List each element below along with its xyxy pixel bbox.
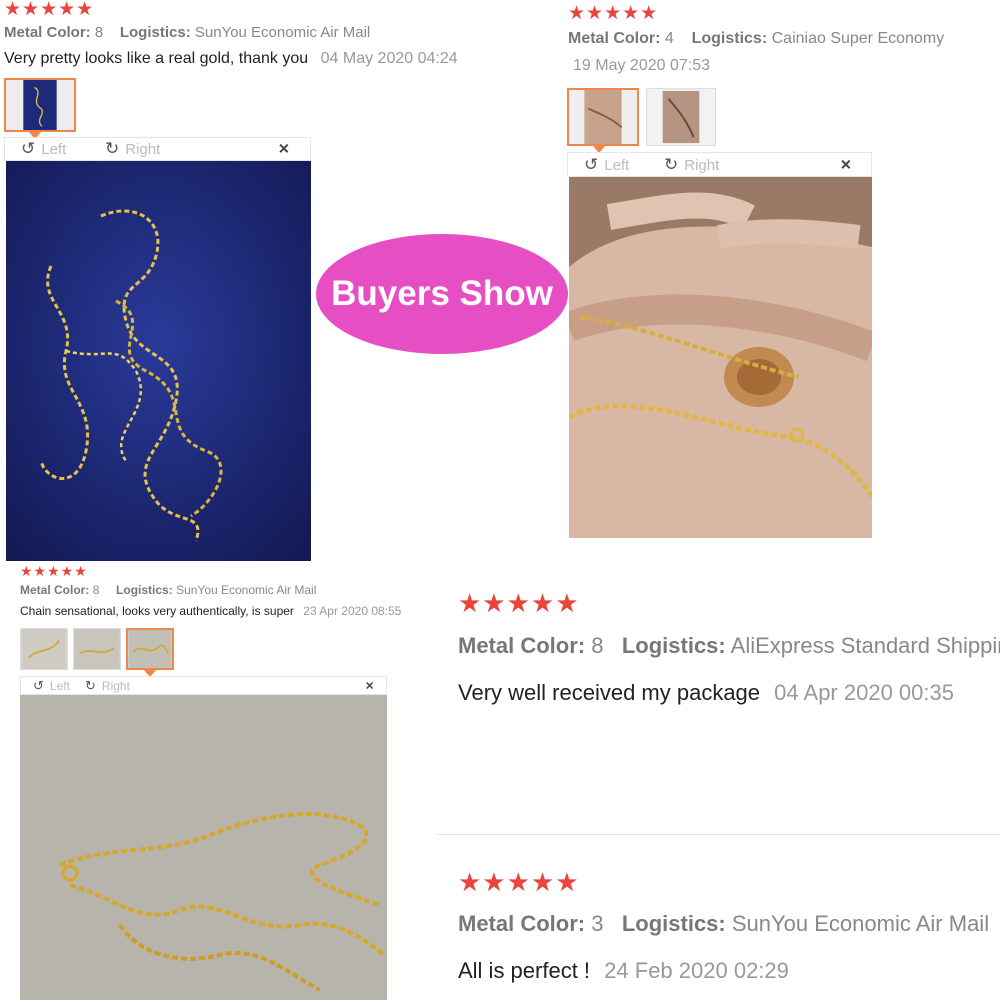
logistics-value: AliExpress Standard Shipping — [730, 633, 1000, 658]
review-photo-thumbnail[interactable] — [646, 88, 716, 146]
metal-color-label: Metal Color: — [458, 911, 586, 936]
metal-color-label: Metal Color: — [4, 24, 91, 41]
chain-thumbnail-image-1 — [21, 629, 67, 669]
buyers-show-banner: Buyers Show — [316, 234, 568, 354]
rotate-left-button[interactable]: ↺ Left — [33, 678, 70, 694]
rating-stars: ★★★★★ — [458, 867, 580, 897]
review-date: 19 May 2020 07:53 — [573, 57, 710, 74]
hand-with-gold-chain-photo — [569, 177, 872, 538]
rotate-left-label: Left — [49, 678, 70, 693]
review-meta: Metal Color: 8 Logistics: SunYou Economi… — [20, 583, 316, 597]
review-meta: Metal Color: 8 Logistics: SunYou Economi… — [4, 24, 370, 41]
rotate-left-label: Left — [41, 141, 67, 158]
image-viewer-toolbar: ↺ Left ↻ Right ✕ — [567, 152, 872, 177]
review-meta: Metal Color: 8 Logistics: AliExpress Sta… — [458, 633, 1000, 659]
chain-thumbnail-image-3 — [128, 630, 172, 668]
review-meta: Metal Color: 3 Logistics: SunYou Economi… — [458, 911, 989, 937]
review-photo-large — [20, 695, 387, 1000]
logistics-value: SunYou Economic Air Mail — [194, 24, 371, 41]
review-photo-thumbnail[interactable] — [126, 628, 174, 670]
image-viewer-toolbar: ↺ Left ↻ Right ✕ — [4, 137, 311, 161]
review-meta: Metal Color: 4 Logistics: Cainiao Super … — [568, 30, 944, 48]
rating-stars: ★★★★★ — [458, 588, 580, 618]
rotate-left-icon: ↺ — [584, 154, 599, 174]
review-body: Chain sensational, looks very authentica… — [20, 604, 401, 618]
metal-color-label: Metal Color: — [458, 633, 586, 658]
logistics-label: Logistics: — [119, 24, 191, 41]
review-comment: Very pretty looks like a real gold, than… — [4, 50, 309, 67]
chain-photo-thumbnail-image — [23, 80, 57, 130]
review-comment: Very well received my package — [458, 680, 761, 705]
rotate-right-icon: ↻ — [664, 154, 679, 174]
logistics-label: Logistics: — [621, 911, 726, 936]
logistics-value: SunYou Economic Air Mail — [731, 911, 990, 936]
chain-thumbnail-image-2 — [74, 629, 120, 669]
hand-photo-thumbnail-image-2 — [647, 89, 715, 145]
metal-color-label: Metal Color: — [568, 30, 661, 47]
review-comment: Chain sensational, looks very authentica… — [20, 604, 294, 618]
metal-color-value: 8 — [94, 24, 104, 41]
close-icon[interactable]: ✕ — [365, 679, 374, 692]
review-photo-thumbnail[interactable] — [73, 628, 121, 670]
logistics-label: Logistics: — [621, 633, 726, 658]
hand-photo-thumbnail-image — [584, 90, 623, 144]
rotate-right-icon: ↻ — [105, 139, 120, 158]
logistics-value: Cainiao Super Economy — [771, 30, 945, 47]
rating-stars: ★★★★★ — [568, 3, 659, 24]
rotate-left-button[interactable]: ↺ Left — [584, 155, 629, 175]
review-body: Very pretty looks like a real gold, than… — [4, 50, 458, 68]
rotate-right-button[interactable]: ↻ Right — [105, 139, 160, 159]
review-comment: All is perfect ! — [458, 958, 591, 983]
rating-stars: ★★★★★ — [4, 0, 95, 20]
rotate-right-label: Right — [684, 156, 720, 174]
review-photo-thumbnail[interactable] — [567, 88, 639, 146]
banner-text: Buyers Show — [331, 274, 553, 313]
image-viewer-toolbar: ↺ Left ↻ Right ✕ — [20, 676, 387, 695]
metal-color-value: 8 — [591, 633, 604, 658]
review-body: All is perfect ! 24 Feb 2020 02:29 — [458, 958, 789, 984]
review-photo-thumbnail[interactable] — [4, 78, 76, 132]
review-date: 04 Apr 2020 00:35 — [774, 680, 954, 705]
review-photo-large — [569, 177, 872, 538]
gold-chain-on-blue-photo — [6, 161, 311, 561]
metal-color-value: 4 — [664, 30, 674, 47]
metal-color-label: Metal Color: — [20, 583, 90, 597]
review-photo-large — [6, 161, 311, 561]
rotate-left-icon: ↺ — [33, 677, 44, 693]
review-body: Very well received my package 04 Apr 202… — [458, 680, 954, 706]
rotate-left-icon: ↺ — [21, 139, 36, 158]
rotate-right-label: Right — [101, 678, 130, 693]
review-photo-thumbnail[interactable] — [20, 628, 68, 670]
close-icon[interactable]: ✕ — [278, 141, 290, 158]
review-divider — [437, 834, 1000, 835]
logistics-label: Logistics: — [691, 30, 768, 47]
rotate-right-icon: ↻ — [85, 677, 96, 693]
review-date: 24 Feb 2020 02:29 — [604, 958, 789, 983]
rotate-left-label: Left — [604, 156, 630, 174]
review-date: 04 May 2020 04:24 — [320, 50, 458, 67]
review-date: 23 Apr 2020 08:55 — [303, 604, 402, 618]
logistics-value: SunYou Economic Air Mail — [176, 583, 317, 597]
close-icon[interactable]: ✕ — [840, 156, 852, 173]
metal-color-value: 3 — [591, 911, 604, 936]
rotate-right-button[interactable]: ↻ Right — [664, 155, 719, 175]
rating-stars: ★★★★★ — [20, 563, 88, 579]
rotate-right-button[interactable]: ↻ Right — [85, 678, 130, 694]
logistics-label: Logistics: — [116, 583, 173, 597]
rotate-left-button[interactable]: ↺ Left — [21, 139, 66, 159]
rotate-right-label: Right — [125, 141, 161, 158]
metal-color-value: 8 — [92, 583, 100, 597]
gold-chain-on-table-photo — [20, 695, 387, 1000]
